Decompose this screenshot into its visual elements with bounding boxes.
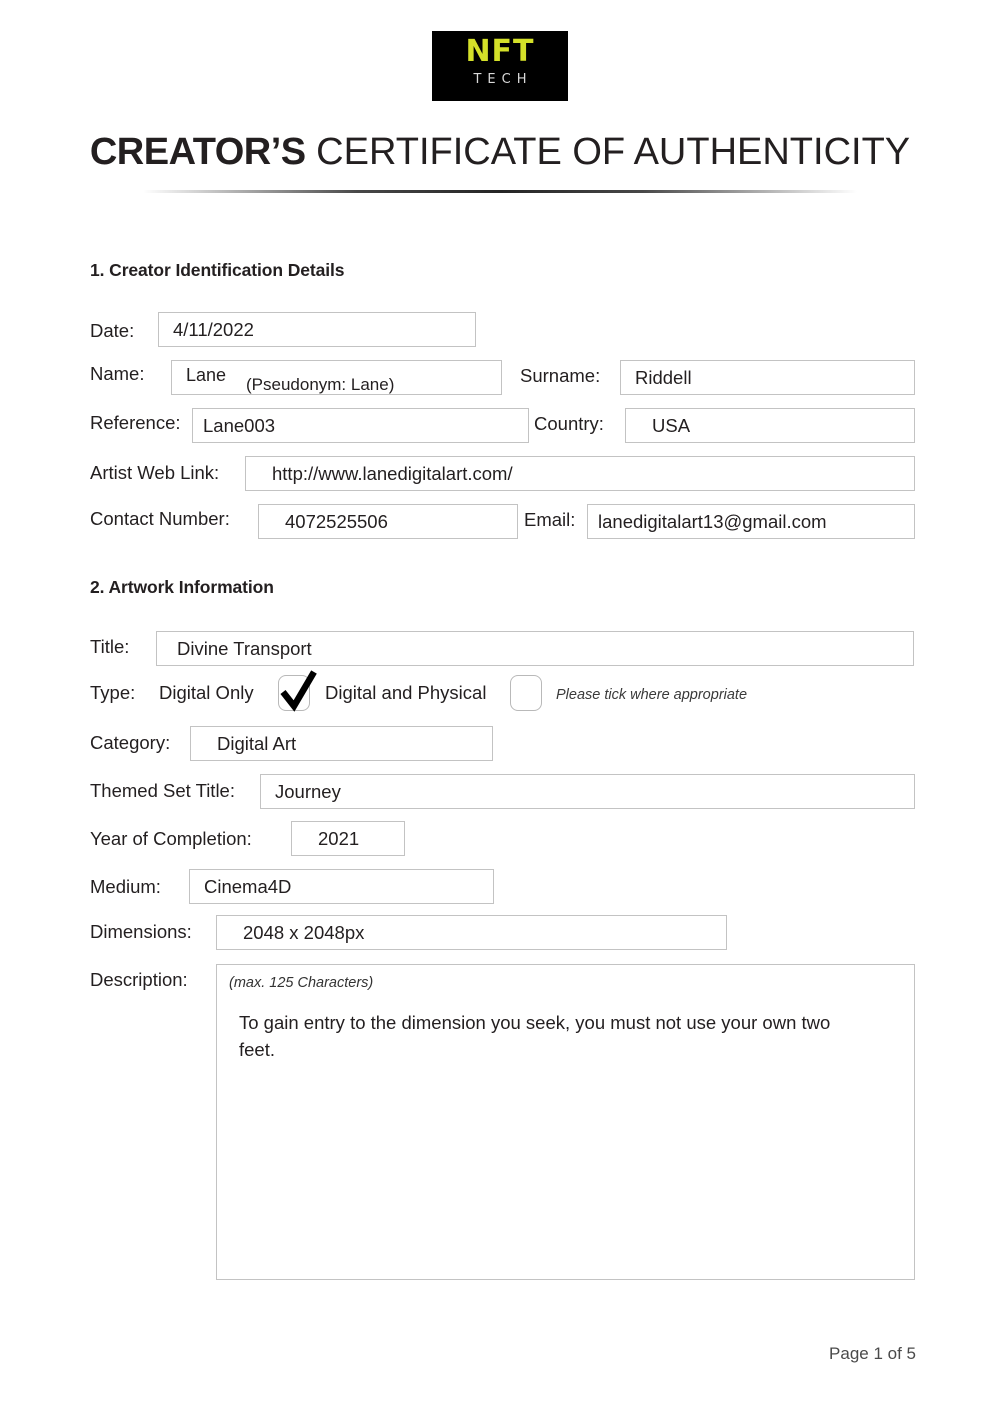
label-name: Name:: [90, 363, 145, 384]
artwork-title-value: Divine Transport: [177, 637, 312, 659]
label-country: Country:: [534, 413, 604, 434]
label-reference: Reference:: [90, 412, 181, 433]
label-date: Date:: [90, 320, 135, 341]
label-category: Category:: [90, 732, 171, 753]
year-of-completion-field[interactable]: 2021: [291, 821, 405, 856]
medium-field[interactable]: Cinema4D: [189, 869, 494, 904]
label-dimensions: Dimensions:: [90, 921, 192, 942]
year-of-completion-value: 2021: [318, 827, 360, 849]
category-value: Digital Art: [217, 732, 297, 754]
artist-web-link-value: http://www.lanedigitalart.com/: [272, 462, 513, 484]
certificate-page: NFT TECH CREATOR’S CERTIFICATE OF AUTHEN…: [0, 0, 1000, 1414]
page-title-light: CERTIFICATE OF AUTHENTICITY: [305, 131, 911, 173]
surname-value: Riddell: [635, 366, 692, 388]
themed-set-title-field[interactable]: Journey: [260, 774, 915, 809]
page-title: CREATOR’S CERTIFICATE OF AUTHENTICITY: [0, 128, 1000, 176]
label-year-of-completion: Year of Completion:: [90, 828, 252, 849]
name-pseudonym-value: (Pseudonym: Lane): [246, 375, 395, 394]
type-tick-hint: Please tick where appropriate: [556, 687, 748, 703]
section-heading-artwork-information: 2. Artwork Information: [90, 577, 274, 597]
label-surname: Surname:: [520, 365, 601, 386]
country-value: USA: [652, 414, 691, 436]
section-heading-creator-identification: 1. Creator Identification Details: [90, 260, 345, 280]
artwork-title-field[interactable]: Divine Transport: [156, 631, 914, 666]
reference-value: Lane003: [203, 414, 276, 436]
logo-secondary-text: TECH: [473, 72, 533, 87]
medium-value: Cinema4D: [204, 875, 292, 897]
logo-box: NFT TECH: [432, 31, 568, 101]
label-themed-set-title: Themed Set Title:: [90, 780, 235, 801]
reference-field[interactable]: Lane003: [192, 408, 529, 443]
name-value: Lane: [186, 365, 227, 385]
label-email: Email:: [524, 509, 576, 530]
label-artwork-title: Title:: [90, 636, 130, 657]
label-description: Description:: [90, 969, 188, 990]
dimensions-field[interactable]: 2048 x 2048px: [216, 915, 727, 950]
check-icon: [280, 670, 317, 712]
label-contact-number: Contact Number:: [90, 508, 230, 529]
category-field[interactable]: Digital Art: [190, 726, 493, 761]
country-field[interactable]: USA: [625, 408, 915, 443]
nft-tech-logo: NFT TECH: [432, 31, 568, 101]
description-value: To gain entry to the dimension you seek,…: [239, 1012, 831, 1060]
label-type: Type:: [90, 682, 136, 703]
date-value: 4/11/2022: [173, 318, 254, 340]
name-field[interactable]: Lane (Pseudonym: Lane): [171, 360, 502, 395]
artist-web-link-field[interactable]: http://www.lanedigitalart.com/: [245, 456, 915, 491]
email-field[interactable]: lanedigitalart13@gmail.com: [587, 504, 915, 539]
page-title-bold: CREATOR’S: [89, 131, 306, 173]
label-artist-web-link: Artist Web Link:: [90, 462, 220, 483]
page-indicator: Page 1 of 5: [829, 1344, 916, 1363]
type-option-digital-and-physical-label: Digital and Physical: [325, 682, 487, 703]
email-value: lanedigitalart13@gmail.com: [598, 510, 827, 532]
description-hint: (max. 125 Characters): [229, 975, 374, 991]
logo-primary-text: NFT: [465, 34, 535, 69]
description-textarea[interactable]: (max. 125 Characters) To gain entry to t…: [216, 964, 915, 1280]
type-option-digital-only-label: Digital Only: [159, 682, 254, 703]
themed-set-title-value: Journey: [275, 780, 341, 802]
title-divider: [143, 190, 857, 193]
contact-number-value: 4072525506: [285, 510, 388, 532]
checkbox-digital-and-physical[interactable]: [510, 675, 542, 711]
contact-number-field[interactable]: 4072525506: [258, 504, 518, 539]
date-field[interactable]: 4/11/2022: [158, 312, 476, 347]
label-medium: Medium:: [90, 876, 161, 897]
dimensions-value: 2048 x 2048px: [243, 921, 365, 943]
surname-field[interactable]: Riddell: [620, 360, 915, 395]
checkbox-digital-only[interactable]: [278, 670, 317, 712]
